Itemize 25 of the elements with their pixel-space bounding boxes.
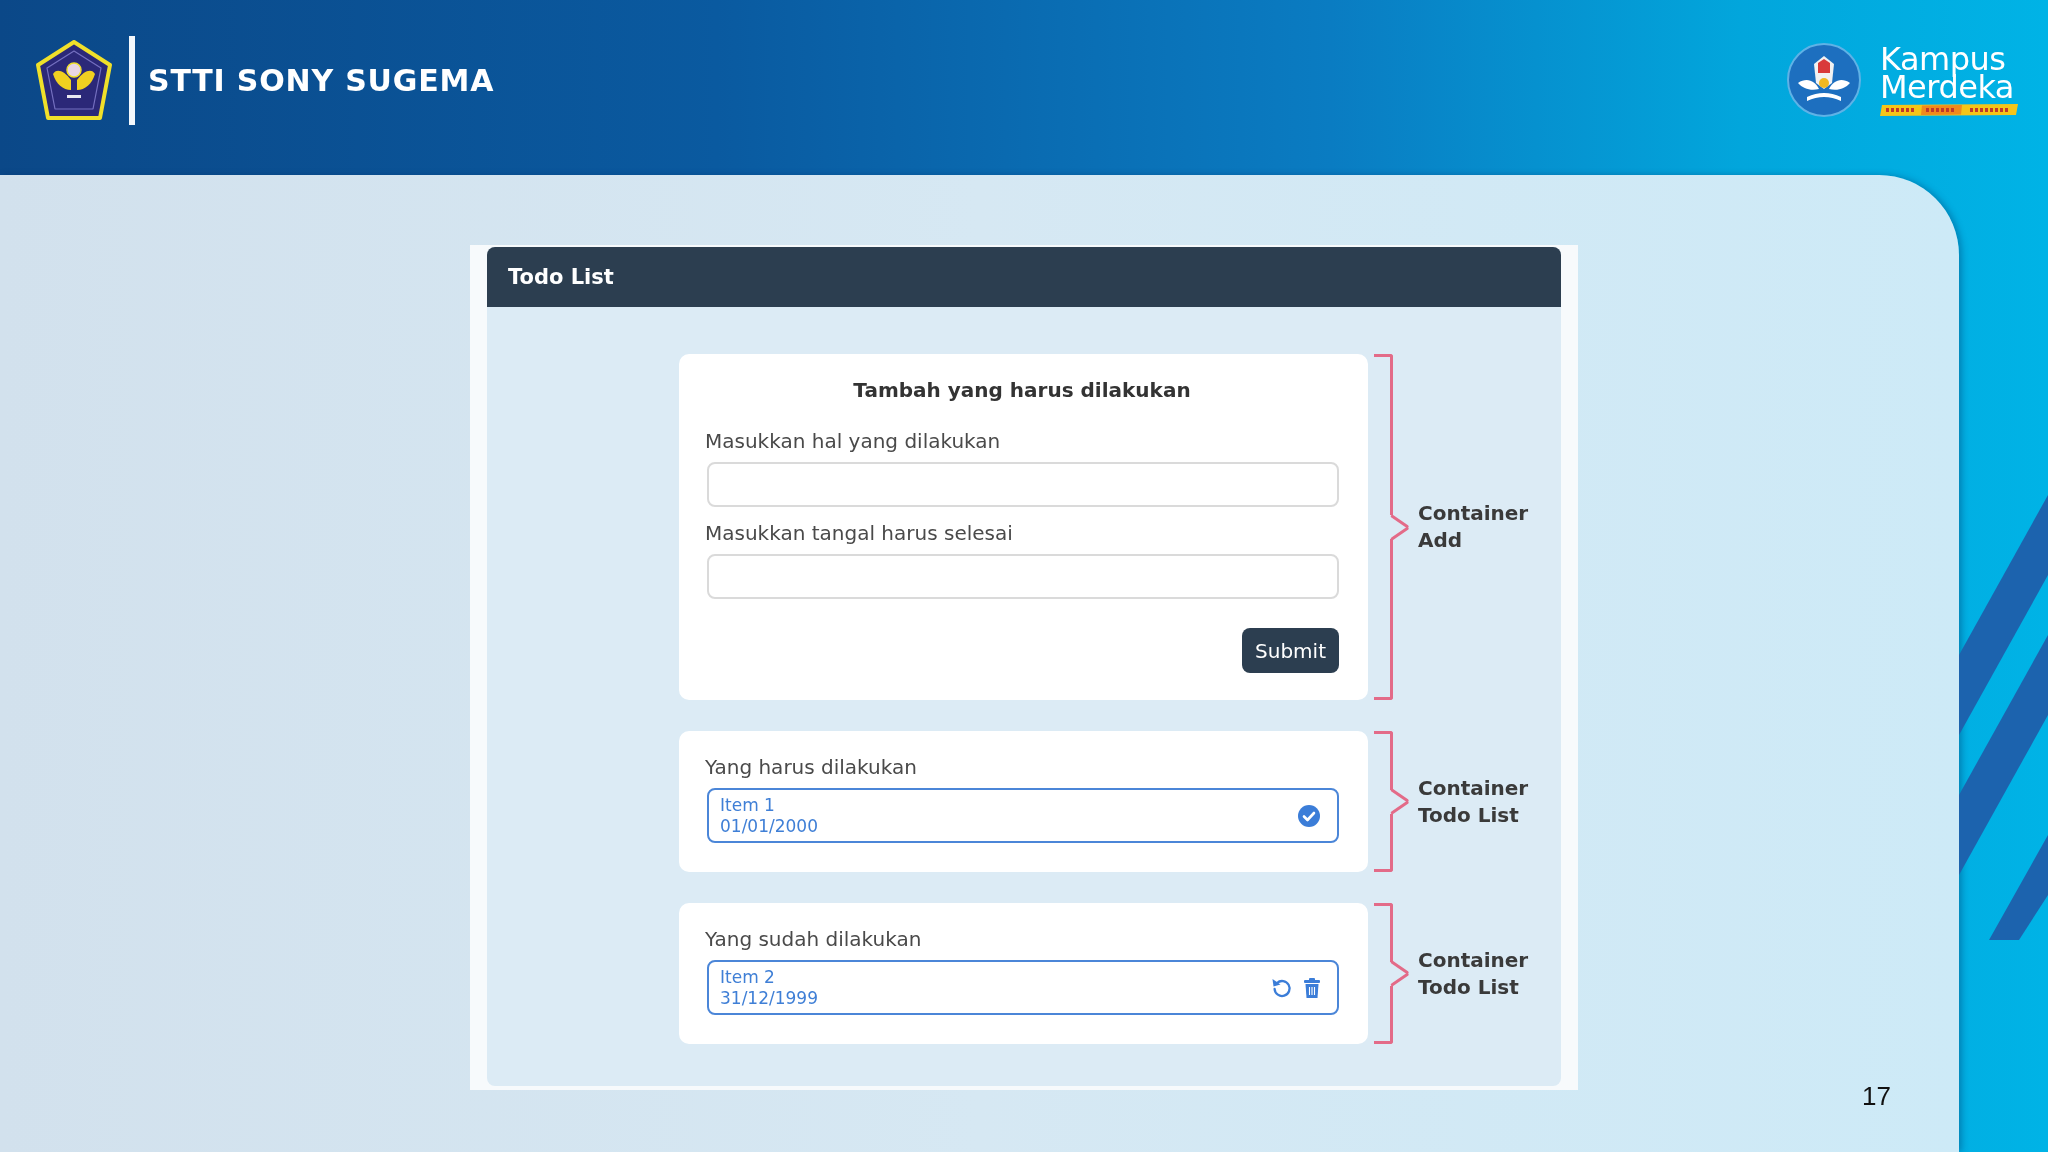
ribbon-icon (1880, 103, 2018, 116)
page-number: 17 (1862, 1081, 1891, 1112)
check-circle-icon[interactable] (1298, 804, 1320, 827)
item-date: 31/12/1999 (720, 987, 818, 1009)
institution-name: STTI SONY SUGEMA (148, 62, 495, 98)
item-name: Item 2 (720, 966, 775, 988)
item-name: Item 1 (720, 794, 775, 816)
shield-logo-icon (36, 40, 112, 120)
window-title: Todo List (508, 265, 614, 289)
trash-icon[interactable] (1304, 977, 1320, 998)
submit-button[interactable]: Submit (1242, 628, 1339, 673)
annotation-label: Container Add (1418, 500, 1530, 554)
form-title: Tambah yang harus dilakukan (853, 377, 1191, 404)
annotation-label: Container Todo List (1418, 946, 1530, 1001)
list-title: Yang harus dilakukan (705, 754, 917, 781)
list-title: Yang sudah dilakukan (705, 926, 922, 953)
field-label: Masukkan hal yang dilakukan (705, 428, 1001, 455)
item-date: 01/01/2000 (720, 815, 818, 837)
round-emblem-icon (1787, 43, 1861, 117)
partner-logo-text: Kampus Merdeka (1880, 44, 2014, 101)
input-field[interactable] (707, 462, 1339, 507)
annotation-label: Container Todo List (1418, 774, 1530, 829)
input-field[interactable] (707, 554, 1339, 599)
undo-icon[interactable] (1272, 977, 1292, 998)
field-label: Masukkan tangal harus selesai (705, 520, 1013, 547)
